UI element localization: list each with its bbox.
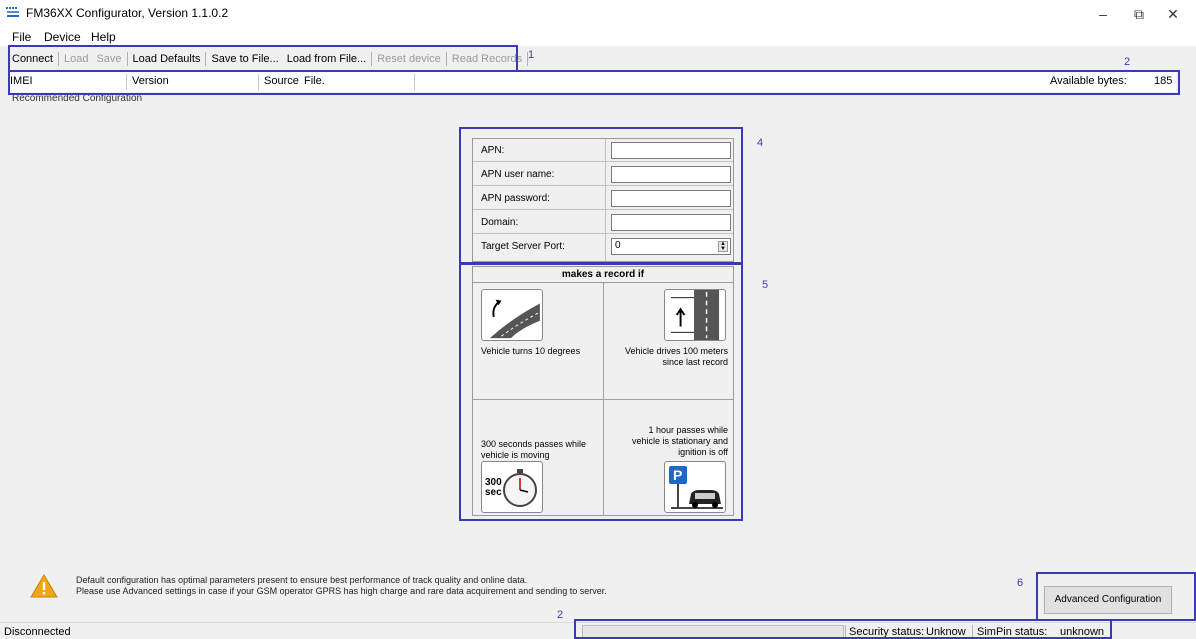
callout-box-toolbar xyxy=(8,45,518,72)
callout-number: 2 xyxy=(1124,56,1131,68)
callout-box-statusbar xyxy=(574,619,1112,639)
connection-status: Disconnected xyxy=(4,626,71,638)
minimize-icon[interactable]: – xyxy=(1088,4,1118,24)
app-icon xyxy=(6,7,19,17)
warning-icon xyxy=(30,574,58,598)
restore-icon[interactable]: ⧉ xyxy=(1124,4,1154,24)
menu-file[interactable]: File xyxy=(12,30,31,44)
title-bar: FM36XX Configurator, Version 1.1.0.2 – ⧉… xyxy=(0,0,1196,28)
callout-box-advanced xyxy=(1036,572,1196,621)
warning-message: Default configuration has optimal parame… xyxy=(76,575,607,597)
warning-line2: Please use Advanced settings in case if … xyxy=(76,586,607,596)
callout-number: 5 xyxy=(762,279,769,291)
callout-number: 2 xyxy=(557,609,564,621)
callout-box-infobar xyxy=(8,70,1180,95)
callout-box-gprs xyxy=(459,127,743,264)
menu-bar: File Device Help xyxy=(0,28,1196,46)
callout-number: 1 xyxy=(528,49,535,61)
callout-number: 4 xyxy=(757,137,764,149)
menu-device[interactable]: Device xyxy=(44,30,81,44)
warning-line1: Default configuration has optimal parame… xyxy=(76,575,528,585)
callout-number: 6 xyxy=(1017,577,1024,589)
close-icon[interactable]: ✕ xyxy=(1158,4,1188,24)
menu-help[interactable]: Help xyxy=(91,30,116,44)
callout-box-records xyxy=(459,263,743,521)
window-title: FM36XX Configurator, Version 1.1.0.2 xyxy=(26,6,229,20)
